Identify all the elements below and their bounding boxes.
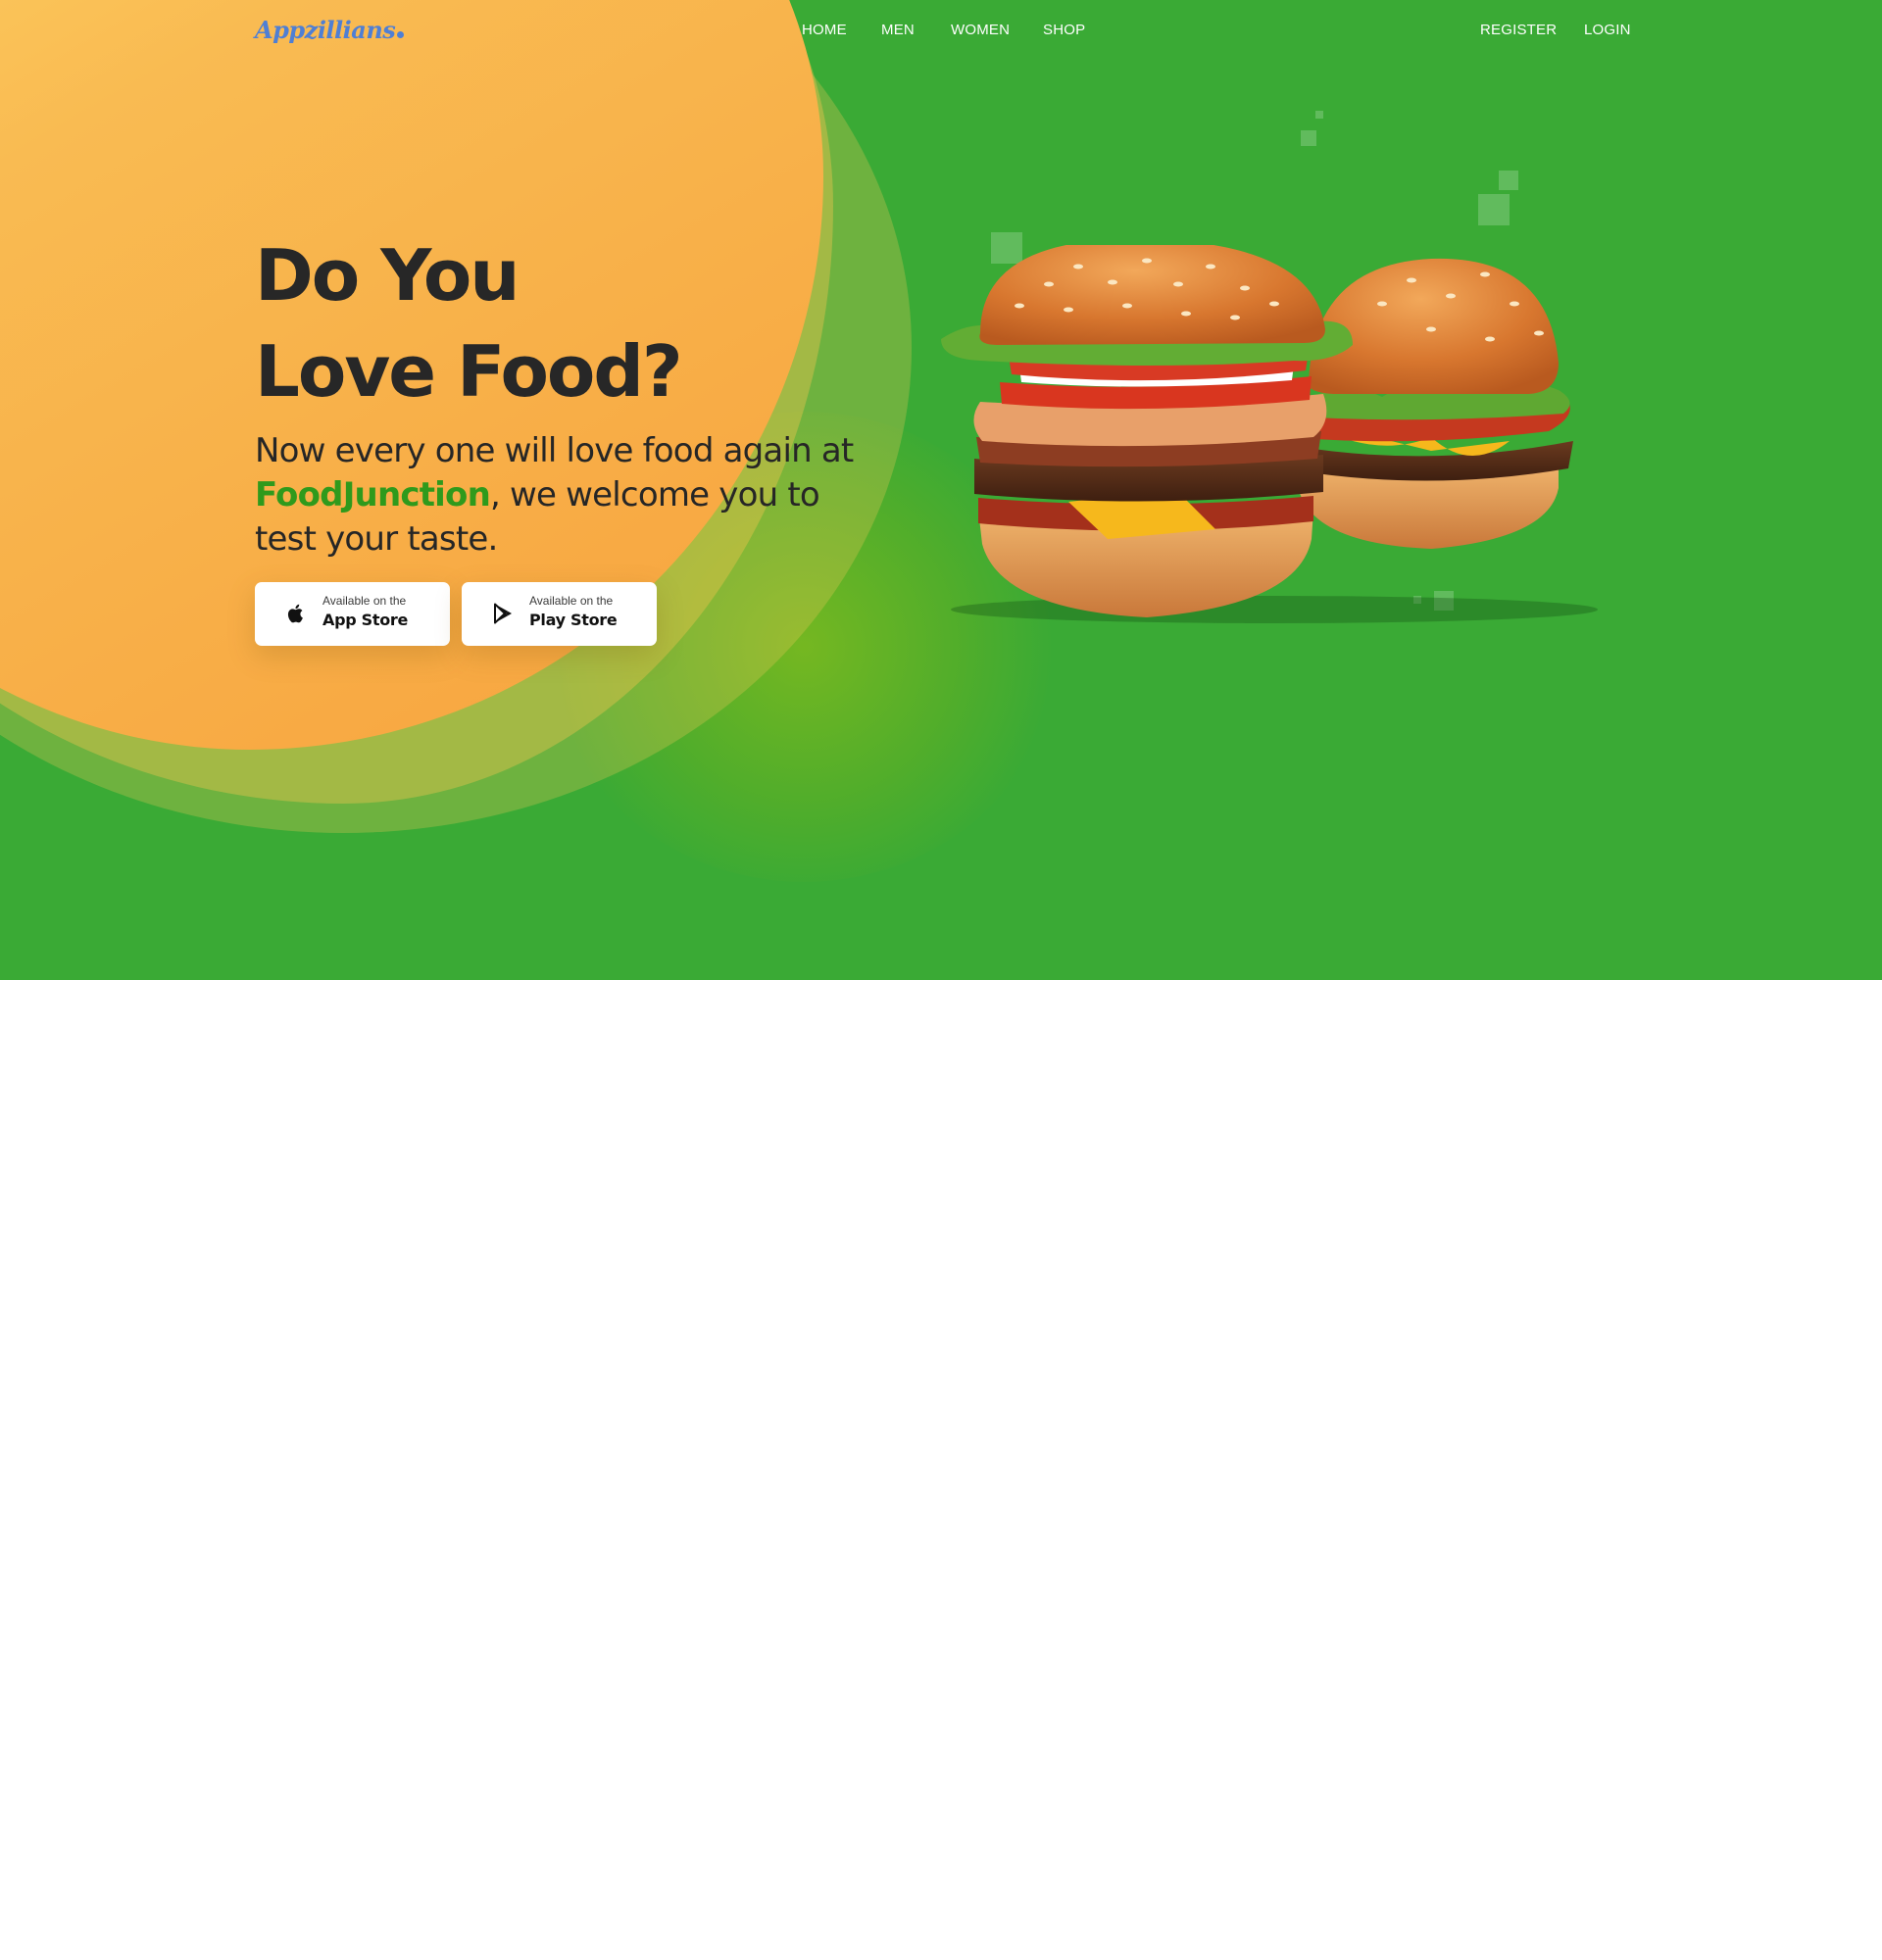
brand-logo[interactable]: Appzillians	[255, 16, 405, 44]
play-store-button[interactable]: Available on the Play Store	[462, 582, 657, 646]
landing-page: Appzillians HOME MEN WOMEN SHOP REGISTER…	[0, 0, 1882, 1960]
nav-register-link[interactable]: REGISTER	[1480, 22, 1557, 38]
app-store-label: App Store	[322, 611, 409, 629]
nav-women-link[interactable]: WOMEN	[951, 22, 1010, 38]
burgers-image	[941, 245, 1598, 623]
headline-line-1: Do You	[255, 234, 520, 317]
hero-subtext: Now every one will love food again at Fo…	[255, 429, 882, 562]
logo-text: Appzillians	[255, 16, 396, 44]
decorative-square	[1478, 194, 1510, 225]
apple-icon	[287, 604, 303, 623]
nav-login-link[interactable]: LOGIN	[1584, 22, 1631, 38]
subtext-intro: Now every one will love food again at	[255, 431, 854, 470]
nav-shop-link[interactable]: SHOP	[1043, 22, 1085, 38]
headline-line-2: Love Food?	[255, 330, 683, 413]
play-store-icon	[494, 603, 512, 624]
logo-dot	[397, 31, 405, 38]
nav-home-link[interactable]: HOME	[802, 22, 847, 38]
app-store-button[interactable]: Available on the App Store	[255, 582, 450, 646]
play-store-caption: Available on the	[529, 594, 614, 608]
decorative-square	[1301, 130, 1316, 146]
nav-men-link[interactable]: MEN	[881, 22, 915, 38]
app-store-caption: Available on the	[322, 594, 407, 608]
decorative-square	[1499, 171, 1518, 190]
hero-section: Appzillians HOME MEN WOMEN SHOP REGISTER…	[0, 0, 1882, 980]
burger-back	[1294, 258, 1573, 549]
decorative-square	[1315, 111, 1323, 119]
top-navigation: Appzillians HOME MEN WOMEN SHOP REGISTER…	[0, 0, 1882, 61]
hero-headline: Do You Love Food?	[255, 227, 683, 419]
play-store-label: Play Store	[529, 611, 618, 629]
subtext-brand-name: FoodJunction	[255, 475, 491, 514]
